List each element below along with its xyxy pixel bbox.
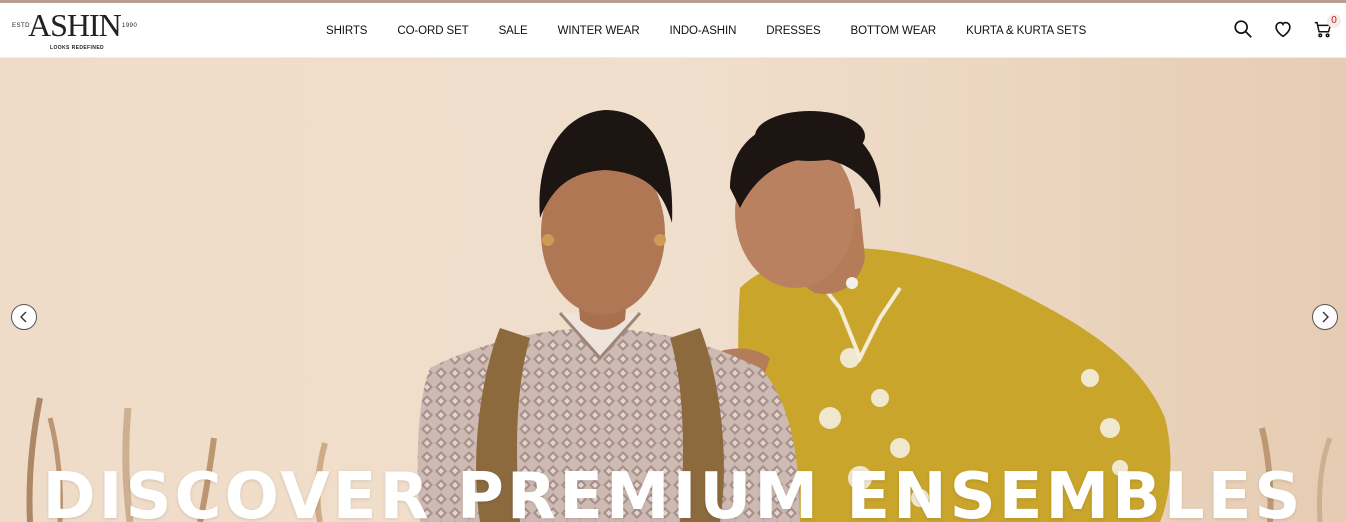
header-actions: 0 — [1226, 3, 1346, 58]
nav-item-indo-ashin[interactable]: INDO-ASHIN — [655, 25, 752, 37]
nav-item-shirts[interactable]: SHIRTS — [311, 25, 382, 37]
nav-item-dresses[interactable]: DRESSES — [751, 25, 835, 37]
nav-item-kurta-sets[interactable]: KURTA & KURTA SETS — [951, 25, 1101, 37]
carousel-next-button[interactable] — [1312, 304, 1338, 330]
hero-banner: DISCOVER PREMIUM ENSEMBLES — [0, 58, 1346, 522]
logo-wordmark: ASHIN — [28, 7, 122, 43]
main-nav: SHIRTS CO-ORD SET SALE WINTER WEAR INDO-… — [311, 3, 1101, 58]
carousel-prev-button[interactable] — [11, 304, 37, 330]
brand-logo[interactable]: ESTD ASHIN 1990 LOOKS REDEFINED — [10, 7, 142, 53]
cart-count-badge: 0 — [1327, 14, 1341, 28]
chevron-left-icon — [20, 311, 27, 323]
logo-year: 1990 — [122, 23, 138, 29]
hero-image — [0, 58, 1346, 522]
chevron-right-icon — [1322, 311, 1329, 323]
nav-item-winter-wear[interactable]: WINTER WEAR — [543, 25, 655, 37]
nav-item-bottom-wear[interactable]: BOTTOM WEAR — [836, 25, 952, 37]
nav-item-co-ord-set[interactable]: CO-ORD SET — [382, 25, 483, 37]
site-header: ESTD ASHIN 1990 LOOKS REDEFINED SHIRTS C… — [0, 3, 1346, 58]
nav-item-sale[interactable]: SALE — [484, 25, 543, 37]
logo-tagline: LOOKS REDEFINED — [50, 45, 105, 51]
hero-headline: DISCOVER PREMIUM ENSEMBLES — [42, 460, 1304, 522]
heart-icon[interactable] — [1272, 18, 1294, 40]
search-icon[interactable] — [1232, 18, 1254, 40]
